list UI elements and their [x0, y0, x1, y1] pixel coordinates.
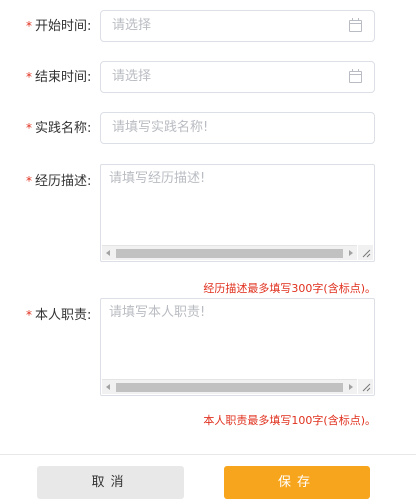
start-time-placeholder: 请选择	[112, 18, 152, 33]
scrollbar-thumb[interactable]	[116, 383, 343, 392]
duties-label: * 本人职责:	[26, 305, 91, 325]
experience-textarea[interactable]: 请填写经历描述!	[100, 164, 375, 262]
resize-handle-icon[interactable]	[358, 245, 373, 260]
start-time-picker[interactable]: 请选择	[100, 10, 375, 42]
required-mark: *	[26, 19, 32, 33]
scroll-left-icon[interactable]	[106, 250, 110, 256]
experience-label-text: 经历描述:	[35, 174, 92, 189]
practice-name-input[interactable]: 请填写实践名称!	[100, 112, 375, 144]
scroll-left-icon[interactable]	[106, 384, 110, 390]
practice-name-label: * 实践名称:	[26, 118, 91, 138]
horizontal-scrollbar[interactable]	[102, 379, 357, 394]
end-time-label-text: 结束时间:	[35, 70, 92, 85]
duties-limit-hint: 本人职责最多填写100字(含标点)。	[203, 414, 376, 427]
calendar-icon[interactable]	[349, 18, 362, 32]
experience-placeholder: 请填写经历描述!	[109, 171, 206, 186]
practice-name-label-text: 实践名称:	[35, 121, 92, 136]
cancel-button[interactable]: 取消	[37, 466, 184, 499]
scroll-right-icon[interactable]	[349, 384, 353, 390]
end-time-picker[interactable]: 请选择	[100, 61, 375, 93]
required-mark: *	[26, 174, 32, 188]
save-button[interactable]: 保存	[224, 466, 370, 499]
end-time-placeholder: 请选择	[112, 69, 152, 84]
start-time-label-text: 开始时间:	[35, 19, 92, 34]
end-time-label: * 结束时间:	[26, 67, 91, 87]
required-mark: *	[26, 70, 32, 84]
required-mark: *	[26, 121, 32, 135]
horizontal-scrollbar[interactable]	[102, 245, 357, 260]
required-mark: *	[26, 308, 32, 322]
form-footer: 取消 保存	[0, 454, 416, 504]
start-time-label: * 开始时间:	[26, 16, 91, 36]
calendar-icon[interactable]	[349, 69, 362, 83]
resize-handle-icon[interactable]	[358, 379, 373, 394]
practice-name-placeholder: 请填写实践名称!	[112, 120, 209, 135]
duties-placeholder: 请填写本人职责!	[109, 305, 206, 320]
experience-label: * 经历描述:	[26, 171, 91, 191]
scroll-right-icon[interactable]	[349, 250, 353, 256]
duties-textarea[interactable]: 请填写本人职责!	[100, 298, 375, 396]
duties-label-text: 本人职责:	[35, 308, 92, 323]
experience-limit-hint: 经历描述最多填写300字(含标点)。	[203, 282, 376, 295]
scrollbar-thumb[interactable]	[116, 249, 343, 258]
